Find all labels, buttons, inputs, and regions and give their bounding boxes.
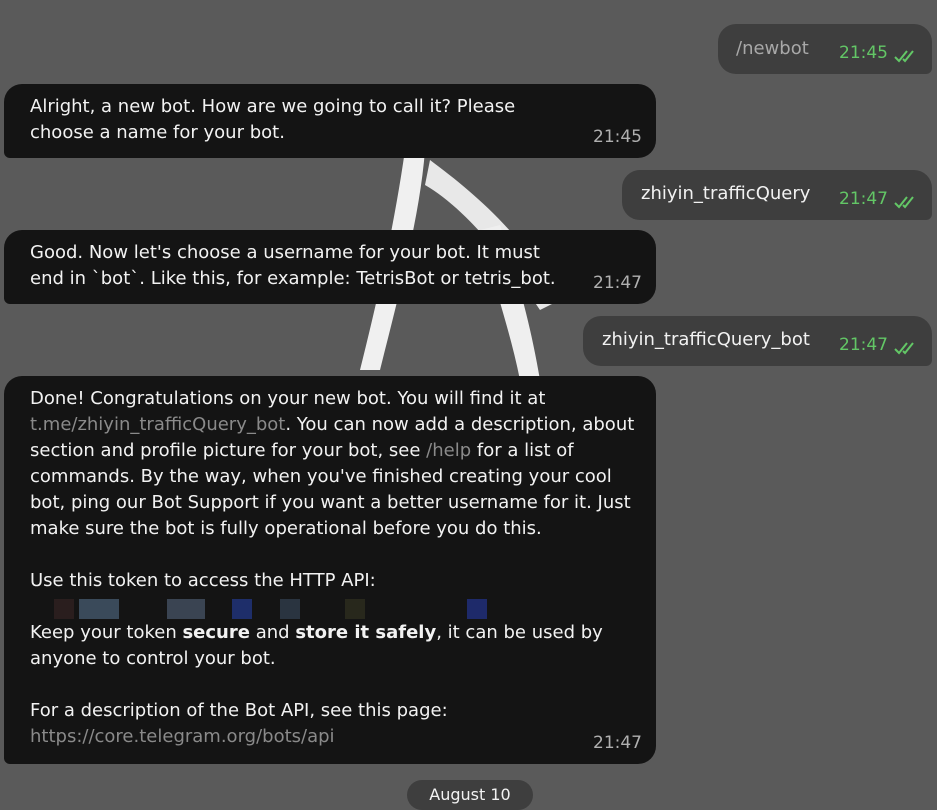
date-separator: August 10 <box>407 780 533 810</box>
outgoing-message[interactable]: /newbot 21:45 <box>718 24 932 74</box>
message-text: zhiyin_trafficQuery_bot <box>602 329 810 350</box>
bold-text: secure <box>182 622 250 643</box>
message-time: 21:47 <box>839 189 888 209</box>
text-span: Done! Congratulations on your new bot. Y… <box>30 388 546 409</box>
text-span: and <box>255 622 290 643</box>
outgoing-message[interactable]: zhiyin_trafficQuery 21:47 <box>622 170 932 220</box>
command-text: /newbot <box>736 38 809 59</box>
help-command-link[interactable]: /help <box>426 440 471 461</box>
double-check-icon <box>894 50 914 63</box>
message-paragraph: Use this token to access the HTTP API: <box>30 570 376 591</box>
message-text: Alright, a new bot. How are we going to … <box>30 96 516 143</box>
message-time: 21:47 <box>593 273 642 293</box>
double-check-icon <box>894 342 914 355</box>
bold-text: store it safely <box>295 622 437 643</box>
message-text: Good. Now let's choose a username for yo… <box>30 242 556 289</box>
outgoing-message[interactable]: zhiyin_trafficQuery_bot 21:47 <box>583 316 932 366</box>
message-paragraph: Done! Congratulations on your new bot. Y… <box>30 386 640 542</box>
double-check-icon <box>894 196 914 209</box>
incoming-message[interactable]: Good. Now let's choose a username for yo… <box>4 230 656 304</box>
text-span: Keep your token <box>30 622 177 643</box>
message-time: 21:45 <box>593 127 642 147</box>
incoming-message[interactable]: Done! Congratulations on your new bot. Y… <box>4 376 656 764</box>
redacted-token <box>30 596 640 622</box>
message-paragraph: Keep your token secure and store it safe… <box>30 620 640 672</box>
message-paragraph: For a description of the Bot API, see th… <box>30 700 448 721</box>
message-time: 21:47 <box>839 335 888 355</box>
message-text: zhiyin_trafficQuery <box>641 183 811 204</box>
message-time: 21:45 <box>839 43 888 63</box>
bot-api-link[interactable]: https://core.telegram.org/bots/api <box>30 726 335 747</box>
message-time: 21:47 <box>593 733 642 753</box>
incoming-message[interactable]: Alright, a new bot. How are we going to … <box>4 84 656 158</box>
bot-link[interactable]: t.me/zhiyin_trafficQuery_bot <box>30 414 285 435</box>
